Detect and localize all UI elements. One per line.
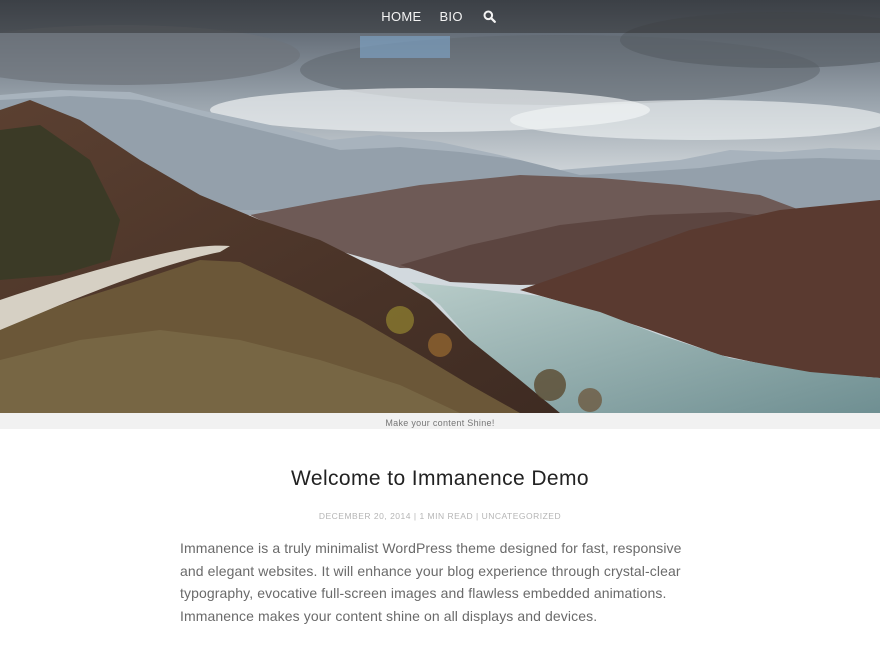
search-icon[interactable] <box>481 8 499 26</box>
landscape-photo <box>0 0 880 413</box>
nav-item-home[interactable]: HOME <box>381 9 421 24</box>
post-category[interactable]: UNCATEGORIZED <box>482 511 562 521</box>
hero-image <box>0 0 880 413</box>
nav-item-bio[interactable]: BIO <box>439 9 462 24</box>
top-navigation: HOME BIO <box>0 0 880 33</box>
post: Welcome to Immanence Demo DECEMBER 20, 2… <box>0 429 880 627</box>
post-title[interactable]: Welcome to Immanence Demo <box>0 467 880 491</box>
hero-caption-bar: Make your content Shine! <box>0 413 880 429</box>
post-meta: DECEMBER 20, 2014 | 1 MIN READ | UNCATEG… <box>0 511 880 521</box>
hero-caption: Make your content Shine! <box>385 418 495 428</box>
post-date[interactable]: DECEMBER 20, 2014 <box>319 511 411 521</box>
post-read-time: 1 MIN READ <box>419 511 474 521</box>
post-body: Immanence is a truly minimalist WordPres… <box>180 540 682 624</box>
